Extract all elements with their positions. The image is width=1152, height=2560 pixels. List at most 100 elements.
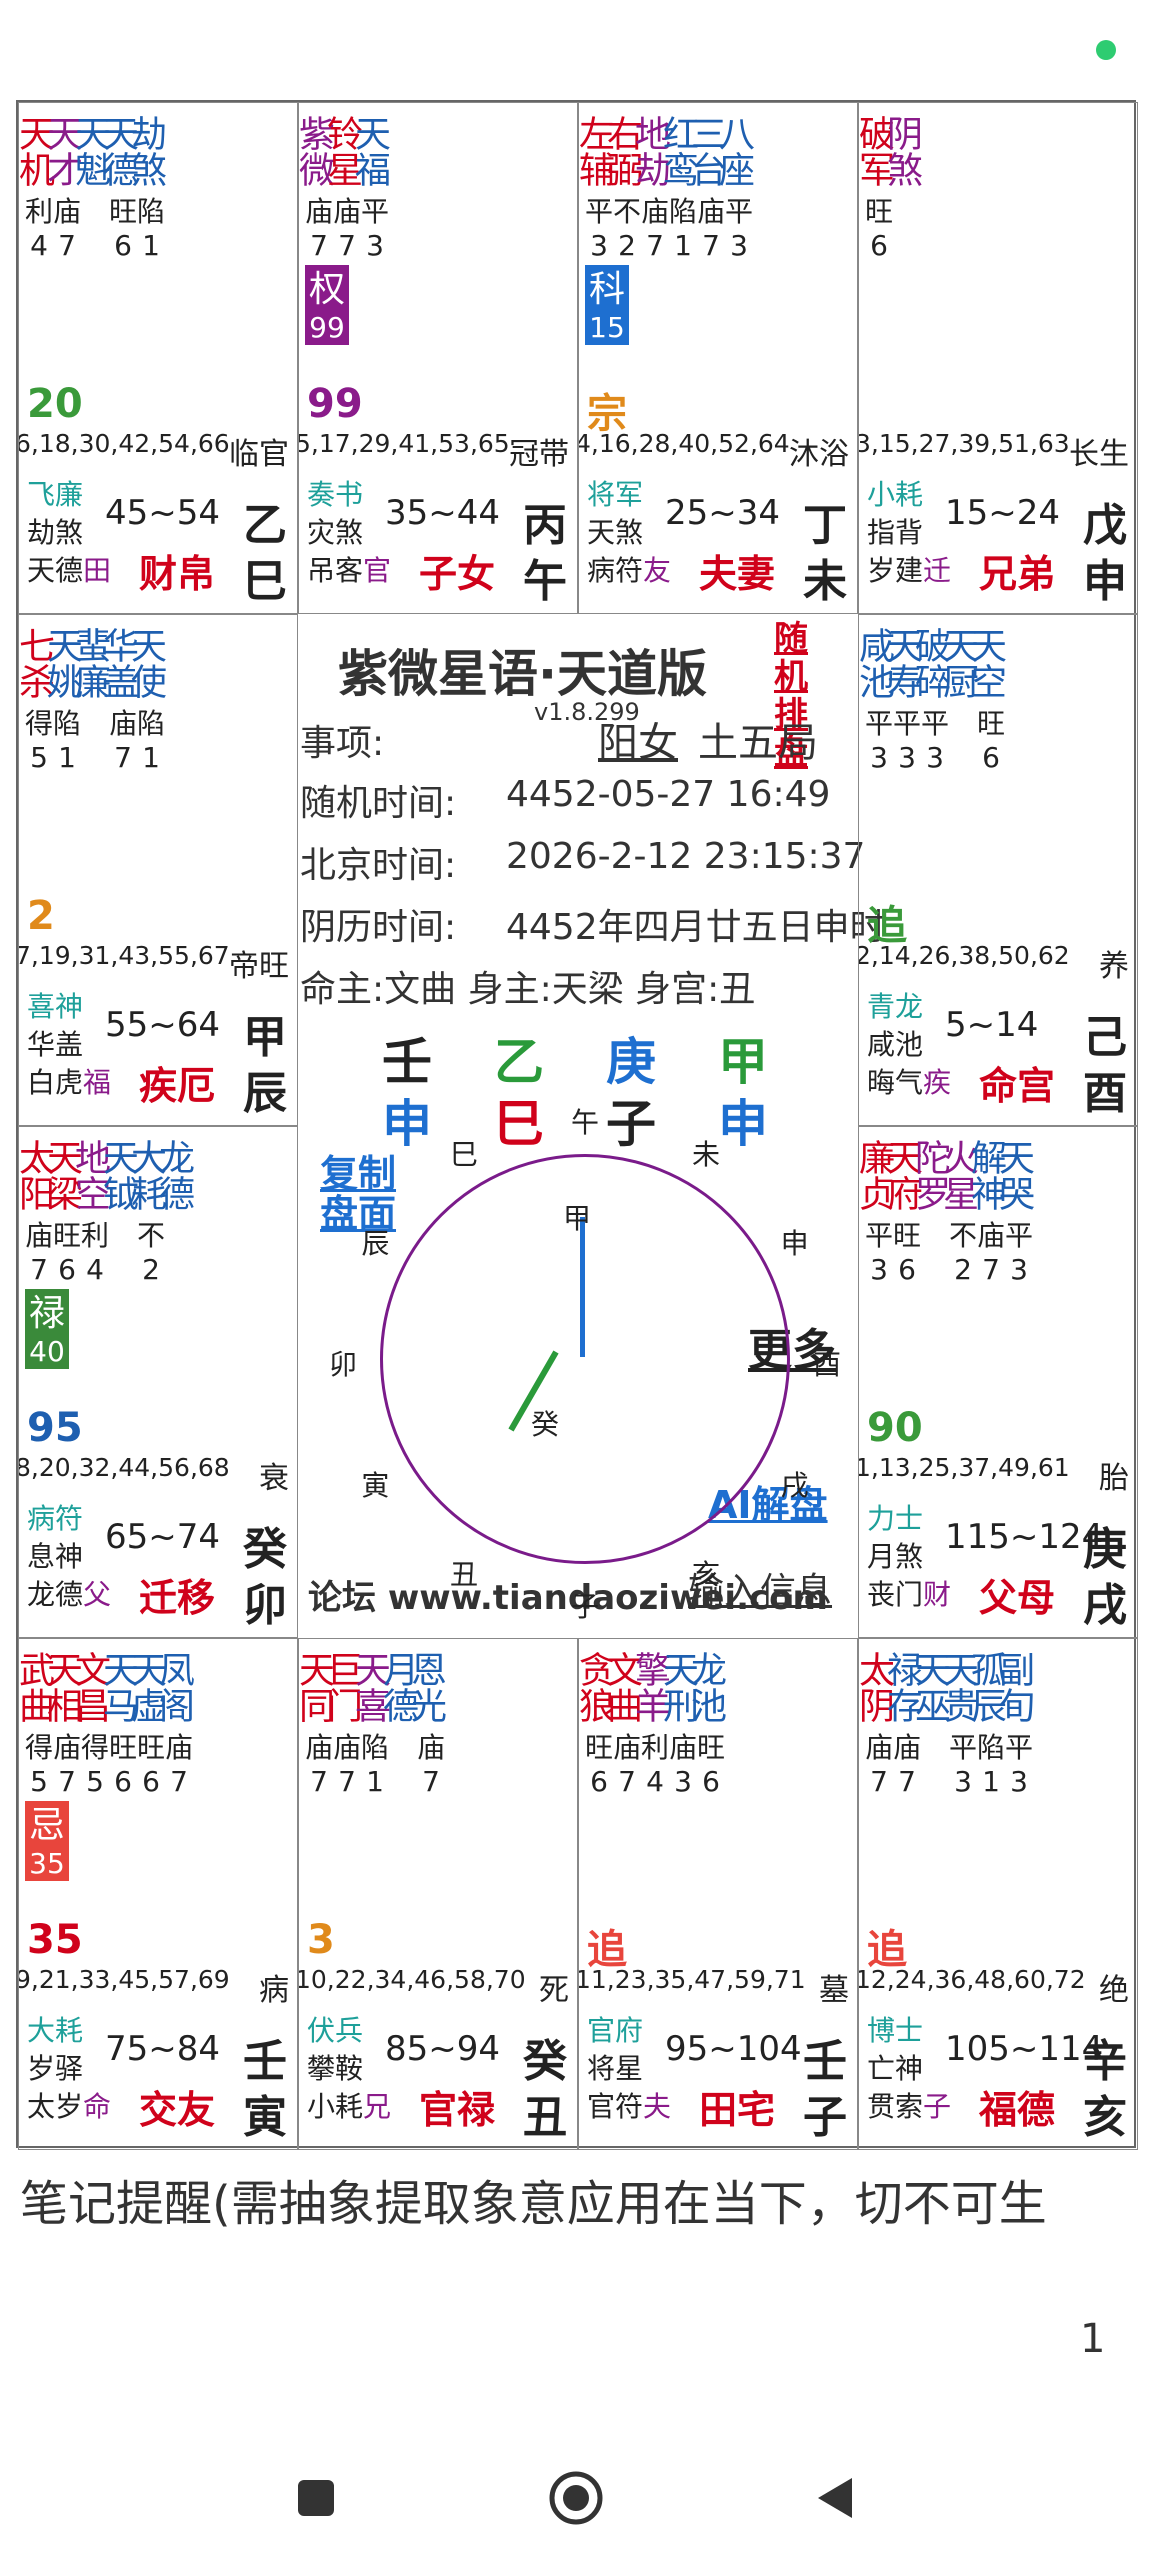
brightness-value: 庙7 <box>53 1731 82 1798</box>
nav-back-button[interactable] <box>806 2468 866 2528</box>
palace-cell-you[interactable]: 咸池 天寿 破碎 天厨 天空 平3 平3 平3 旺6 追 2,14,26,38,50,62 养青龙 咸池… <box>858 614 1138 1126</box>
brightness-value: 旺6 <box>977 707 1006 774</box>
brightness-value: 平3 <box>921 707 950 774</box>
star-name: 龙池 <box>685 1651 726 1723</box>
palace-cell-chen[interactable]: 七杀 天姚 蜚廉 华盖 天使 得5 陷1 庙7 陷1 2 7,19,31,43,55,67 帝旺 喜神华… <box>18 614 298 1126</box>
year-deity-suffix: 友 <box>643 554 672 587</box>
brightness-value: 陷1 <box>977 1731 1006 1798</box>
nav-home-button[interactable] <box>546 2468 606 2528</box>
palace-name: 兄弟 <box>979 552 1056 596</box>
age-sequence: 7,19,31,43,55,67 <box>18 941 230 970</box>
chart-board: 紫微星语·天道版 v1.8.299 随机排盘 事项: 阳女 土五局 随机时间: … <box>16 100 1138 2150</box>
beijing-time-label: 北京时间: <box>300 845 457 886</box>
palace-cell-xu[interactable]: 廉贞 天府 陀罗 火星 解神 天哭 平3 旺6 不2 庙7 平3 90 1,13,25,37,49,61… <box>858 1126 1138 1638</box>
shen-sha: 攀鞍 <box>307 2052 364 2085</box>
brightness-value <box>109 1219 137 1287</box>
note-reminder[interactable]: 笔记提醒(需抽象提取象意应用在当下，切不可生 <box>20 2164 1047 2234</box>
brightness-value: 平3 <box>893 707 922 774</box>
brightness-value: 庙7 <box>893 1731 922 1798</box>
growth-stage: 绝 <box>1099 1973 1129 2008</box>
brightness-value: 陷1 <box>137 707 166 774</box>
decade-range: 85~94 <box>385 2029 501 2069</box>
shen-sha: 劫煞 <box>27 516 84 549</box>
decade-range: 5~14 <box>945 1005 1039 1045</box>
beijing-time-value: 2026-2-12 23:15:37 <box>506 836 866 877</box>
year-deity-suffix: 迁 <box>923 554 952 587</box>
star-name: 凤阁 <box>153 1651 194 1723</box>
branch-3: 申 <box>718 1095 768 1153</box>
badge-number: 40 <box>29 1335 65 1368</box>
year-deity-suffix: 田 <box>83 554 112 587</box>
palace-cell-shen[interactable]: 破军 阴煞 旺6 3,15,27,39,51,63 长生 小耗 指背 岁建迁 15~24 兄弟戊申 <box>858 102 1138 614</box>
palace-cell-zi[interactable]: 贪狼 文曲 擎羊 天刑 龙池 旺6 庙7 利4 庙3 旺6 追 11,23,35,47,59,71 墓官… <box>578 1638 858 2150</box>
year-deity: 丧门 <box>867 1578 924 1611</box>
age-sequence: 5,17,29,41,53,65 <box>298 429 510 458</box>
palace-name: 官禄 <box>419 2088 496 2132</box>
brightness-row: 庙7 庙7 平3 陷1 平3 <box>865 1731 1033 1799</box>
brightness-value: 陷1 <box>137 195 166 262</box>
growth-stage: 胎 <box>1099 1461 1129 1496</box>
year-deity: 白虎 <box>27 1066 84 1099</box>
brightness-value: 不2 <box>613 195 642 262</box>
clock-hour-0: 午 <box>571 1106 600 1139</box>
shen-sha: 月煞 <box>867 1540 924 1573</box>
year-deity: 病符 <box>587 554 644 587</box>
palace-cell-hai[interactable]: 太阴 禄存 天巫 天贵 孤辰 副旬 庙7 庙7 平3 陷1 平3 追 12,24,36,48,60,72… <box>858 1638 1138 2150</box>
palace-cell-yin[interactable]: 武曲 天相 文昌 天马 天虚 凤阁 得5 庙7 得5 旺6 旺6 庙7 忌 35 35 9,21,33,45,… <box>18 1638 298 2150</box>
clock-inner-top: 甲 <box>563 1202 592 1235</box>
palace-branch: 申 <box>1083 556 1127 607</box>
clock-hour-11: 巳 <box>450 1138 479 1172</box>
brightness-value: 平3 <box>865 1219 894 1286</box>
deity-name: 青龙 <box>867 990 924 1023</box>
brightness-value: 庙7 <box>333 1731 362 1798</box>
star-list: 天同 巨门 天喜 月德 恩光 <box>299 1645 446 1729</box>
brightness-row: 得5 庙7 得5 旺6 旺6 庙7 <box>25 1731 193 1799</box>
palace-cell-si[interactable]: 天机 天才 天魁 天德 劫煞 利4 庙7 旺6 陷1 20 6,18,30,42,54,66 临官 飞廉… <box>18 102 298 614</box>
age-sequence: 3,15,27,39,51,63 <box>858 429 1070 458</box>
brightness-value: 得5 <box>25 1731 54 1798</box>
lunar-time-label: 阴历时间: <box>300 907 457 948</box>
brightness-row: 庙7 庙7 陷1 庙7 <box>305 1731 445 1799</box>
star-name: 恩光 <box>405 1651 446 1723</box>
brightness-value: 庙7 <box>613 1731 642 1798</box>
palace-name: 夫妻 <box>699 552 776 596</box>
year-deity-suffix: 兄 <box>363 2090 392 2123</box>
clock-hour-10: 辰 <box>361 1227 390 1260</box>
decade-range: 35~44 <box>385 493 501 533</box>
palace-branch: 酉 <box>1083 1068 1127 1119</box>
decade-range: 95~104 <box>665 2029 802 2069</box>
brightness-value: 庙7 <box>25 1219 54 1286</box>
brightness-value: 不2 <box>949 1219 978 1286</box>
growth-stage: 养 <box>1099 949 1129 984</box>
brightness-value: 利4 <box>81 1219 110 1286</box>
palace-cell-mao[interactable]: 太阳 天梁 地空 天钺 大耗 龙德 庙7 旺6 利4 不2 禄 40 95 8,20,32,44,56,6… <box>18 1126 298 1638</box>
brightness-row: 得5 陷1 庙7 陷1 <box>25 707 165 775</box>
year-deity: 岁建 <box>867 554 924 587</box>
brightness-value: 旺6 <box>697 1731 726 1798</box>
nav-recent-button[interactable] <box>286 2468 346 2528</box>
brightness-value: 旺6 <box>53 1219 82 1286</box>
deity-name: 大耗 <box>27 2014 84 2047</box>
brightness-value: 陷1 <box>53 707 82 774</box>
palace-cell-chou[interactable]: 天同 巨门 天喜 月德 恩光 庙7 庙7 陷1 庙7 3 10,22,34,46,58,70 死伏兵攀… <box>298 1638 578 2150</box>
star-list: 太阴 禄存 天巫 天贵 孤辰 副旬 <box>859 1645 1034 1729</box>
brightness-value: 旺6 <box>893 1219 922 1286</box>
status-dot <box>1096 40 1116 60</box>
lunar-time-value: 4452年四月廿五日申时 <box>506 907 886 948</box>
decade-range: 75~84 <box>105 2029 221 2069</box>
palace-cell-wei[interactable]: 左辅 右弼 地劫 红鸾 三台 八座 平3 不2 庙7 陷1 庙7 平3 科 15 宗 4,16,28,40,5… <box>578 102 858 614</box>
clock-inner-center: 癸 <box>531 1408 560 1441</box>
growth-stage: 冠带 <box>509 437 569 472</box>
branch-2: 子 <box>606 1095 656 1153</box>
palace-branch: 巳 <box>243 556 287 607</box>
transform-badge: 禄 40 <box>25 1289 69 1369</box>
brightness-value: 旺6 <box>865 195 894 262</box>
year-deity-suffix: 夫 <box>643 2090 672 2123</box>
deity-name: 病符 <box>27 1502 84 1535</box>
palace-cell-wu[interactable]: 紫微 铃星 天福 庙7 庙7 平3 权 99 99 5,17,29,41,53,65 冠带 奏书 灾煞吊… <box>298 102 578 614</box>
shen-sha: 指背 <box>867 516 924 549</box>
clock-hour-2: 申 <box>780 1227 809 1260</box>
item-label: 事项: <box>300 723 385 764</box>
gender-label[interactable]: 阳女 <box>598 710 678 768</box>
star-list: 七杀 天姚 蜚廉 华盖 天使 <box>19 621 166 705</box>
